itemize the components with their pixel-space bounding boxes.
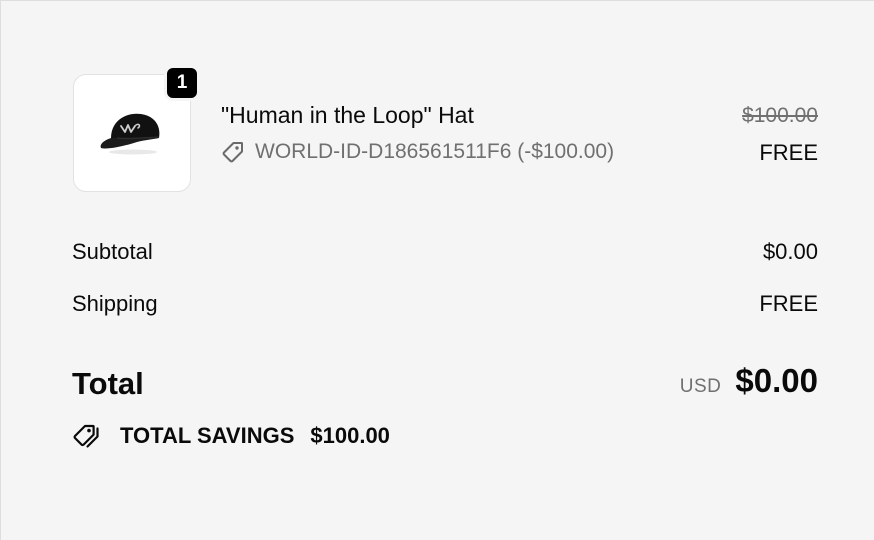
savings-label: TOTAL SAVINGS [120,423,295,448]
original-price: $100.00 [742,104,818,127]
discount-code-text: WORLD-ID-D186561511F6 (-$100.00) [255,140,615,163]
total-value: $0.00 [735,362,818,399]
cart-line-item: 1 "Human in the Loop" Hat WORLD-ID-D1865… [72,65,818,193]
total-amount: USD $0.00 [680,361,818,401]
tag-icon [221,140,245,164]
product-title: "Human in the Loop" Hat [221,102,474,128]
product-thumbnail-wrapper: 1 [72,65,200,193]
tags-icon [72,421,106,451]
savings-value: $100.00 [310,423,390,448]
current-price: FREE [759,140,818,165]
total-savings: TOTAL SAVINGS $100.00 [72,421,390,451]
shipping-row: Shipping FREE [72,290,818,318]
subtotal-label: Subtotal [72,239,153,264]
total-label: Total [72,366,144,401]
total-row: Total USD $0.00 [72,361,818,405]
discount-code-line: WORLD-ID-D186561511F6 (-$100.00) [221,139,614,165]
shipping-value: FREE [759,291,818,316]
baseball-cap-image [100,113,160,155]
quantity-badge: 1 [164,65,200,101]
currency-code: USD [679,376,722,397]
shipping-label: Shipping [72,291,158,316]
subtotal-row: Subtotal $0.00 [72,238,818,266]
subtotal-value: $0.00 [762,239,818,264]
